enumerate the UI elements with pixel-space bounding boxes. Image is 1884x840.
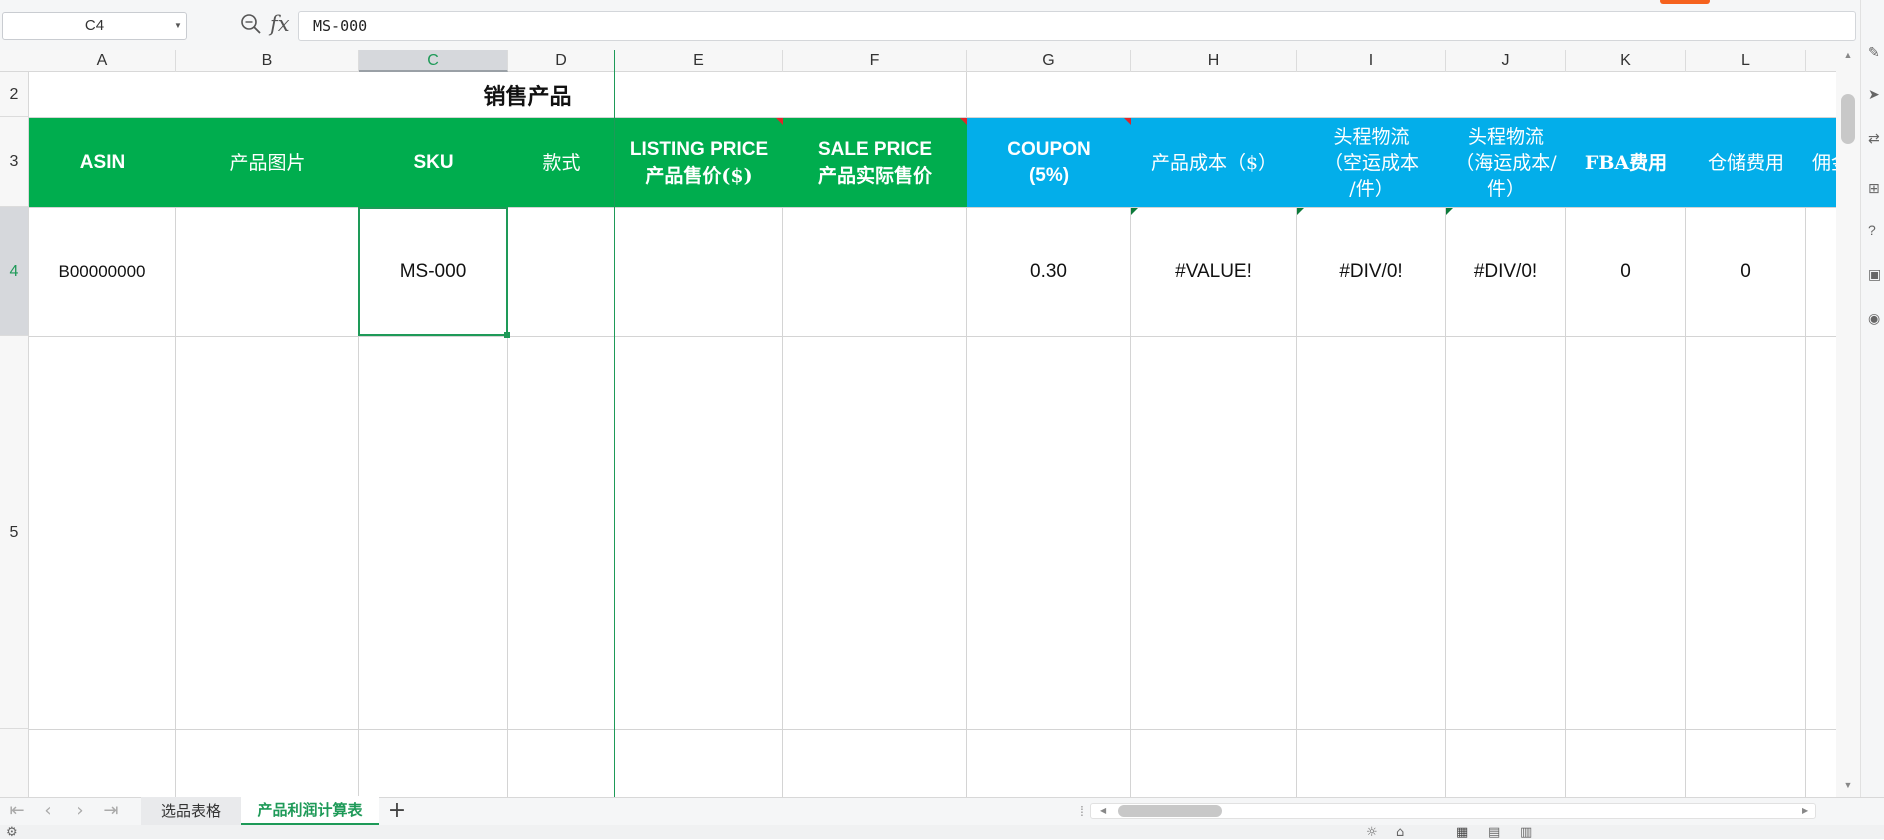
- column-header-e[interactable]: E: [615, 50, 783, 72]
- transform-icon[interactable]: ⇄: [1868, 130, 1882, 146]
- vertical-scrollbar[interactable]: [1836, 50, 1860, 797]
- column-header-m[interactable]: [1806, 50, 1836, 72]
- chevron-down-icon[interactable]: ▼: [174, 12, 186, 40]
- header-image[interactable]: 产品图片: [176, 118, 359, 207]
- right-side-panel: [1860, 0, 1884, 839]
- column-header-a[interactable]: A: [29, 50, 176, 72]
- header-fba-fee[interactable]: FBA费用: [1566, 118, 1686, 207]
- plus-icon[interactable]: +: [384, 797, 410, 825]
- scroll-right-icon[interactable]: ▶: [1802, 804, 1812, 818]
- column-header-l[interactable]: L: [1686, 50, 1806, 72]
- scroll-down-icon[interactable]: ▼: [1841, 780, 1855, 794]
- scroll-left-icon[interactable]: ◀: [1100, 804, 1110, 818]
- cell-i4-air[interactable]: #DIV/0!: [1297, 208, 1445, 336]
- comment-marker[interactable]: [1124, 118, 1131, 125]
- page-layout-view-icon[interactable]: ▤: [1488, 826, 1500, 839]
- column-header-h[interactable]: H: [1131, 50, 1297, 72]
- column-header-d[interactable]: D: [508, 50, 615, 72]
- cell-h4-cost[interactable]: #VALUE!: [1131, 208, 1296, 336]
- header-product-cost[interactable]: 产品成本（$）: [1131, 118, 1297, 207]
- header-listing-price[interactable]: LISTING PRICE 产品售价($): [615, 118, 783, 207]
- row-header-6[interactable]: [0, 729, 29, 797]
- cell-k4-fba[interactable]: 0: [1566, 208, 1685, 336]
- formula-input[interactable]: MS-000: [298, 11, 1856, 41]
- fill-handle[interactable]: [504, 332, 510, 338]
- last-sheet-icon[interactable]: ⇥: [100, 797, 122, 825]
- row-header-3[interactable]: 3: [0, 117, 29, 207]
- title-cell-ef[interactable]: [615, 72, 966, 117]
- page-break-view-icon[interactable]: ▥: [1520, 826, 1532, 839]
- first-sheet-icon[interactable]: ⇤: [6, 797, 28, 825]
- cell-l4-storage[interactable]: 0: [1686, 208, 1805, 336]
- comment-marker[interactable]: [960, 118, 967, 125]
- fx-icon[interactable]: fx: [270, 10, 294, 38]
- sheet-tab-profit-calculator[interactable]: 产品利润计算表: [241, 796, 379, 825]
- status-lock-icon[interactable]: ⌂: [1396, 826, 1404, 839]
- title-cell-g-onward[interactable]: [967, 72, 1836, 117]
- header-asin[interactable]: ASIN: [29, 118, 176, 207]
- header-air-freight[interactable]: 头程物流 （空运成本 /件）: [1297, 118, 1446, 207]
- name-box[interactable]: C4: [2, 12, 187, 40]
- cell-j4-sea[interactable]: #DIV/0!: [1446, 208, 1565, 336]
- column-header-j[interactable]: J: [1446, 50, 1566, 72]
- header-commission[interactable]: 佣金: [1806, 118, 1836, 207]
- next-sheet-icon[interactable]: ›: [69, 797, 91, 825]
- row-header-5[interactable]: 5: [0, 336, 29, 729]
- horizontal-scrollbar-thumb[interactable]: [1118, 805, 1222, 817]
- status-eye-icon[interactable]: ☼: [1366, 826, 1378, 839]
- column-header-g[interactable]: G: [967, 50, 1131, 72]
- cell-a4-asin[interactable]: B00000000: [29, 208, 175, 336]
- column-header-i[interactable]: I: [1297, 50, 1446, 72]
- freeze-pane-line: [614, 50, 615, 797]
- orange-accent: [1660, 0, 1710, 4]
- row-header-4[interactable]: 4: [0, 207, 29, 336]
- zoom-icon[interactable]: [240, 13, 262, 35]
- location-icon[interactable]: ◉: [1868, 310, 1882, 326]
- active-cell-border: [358, 207, 508, 336]
- sidebar-tool-icon[interactable]: ✎: [1868, 44, 1882, 60]
- column-header-f[interactable]: F: [783, 50, 967, 72]
- column-header-c[interactable]: C: [359, 50, 508, 72]
- sheet-tab-selection[interactable]: 选品表格: [141, 797, 241, 825]
- header-sea-freight[interactable]: 头程物流 （海运成本/ 件）: [1446, 118, 1566, 207]
- normal-view-icon[interactable]: ▦: [1456, 826, 1468, 839]
- prev-sheet-icon[interactable]: ‹: [37, 797, 59, 825]
- cursor-icon[interactable]: ➤: [1868, 86, 1882, 102]
- header-sku[interactable]: SKU: [359, 118, 508, 207]
- row-header-2[interactable]: 2: [0, 72, 29, 117]
- column-header-b[interactable]: B: [176, 50, 359, 72]
- help-icon[interactable]: ?: [1868, 222, 1882, 238]
- vertical-scrollbar-thumb[interactable]: [1841, 94, 1855, 144]
- grid-icon[interactable]: ⊞: [1868, 180, 1882, 196]
- title-cell[interactable]: 销售产品: [29, 72, 614, 117]
- column-header-k[interactable]: K: [1566, 50, 1686, 72]
- cell-g4-coupon[interactable]: 0.30: [967, 208, 1130, 336]
- header-storage-fee[interactable]: 仓储费用: [1686, 118, 1806, 207]
- status-bar: [0, 825, 1884, 839]
- comment-marker[interactable]: [776, 118, 783, 125]
- sheet-grid: 销售产品 ASIN 产品图片 SKU 款式 LISTING PRICE 产品售价…: [29, 72, 1836, 797]
- split-handle-icon[interactable]: ⁞: [1080, 797, 1088, 825]
- header-style[interactable]: 款式: [508, 118, 615, 207]
- sheet-title: 销售产品: [483, 83, 572, 110]
- scroll-up-icon[interactable]: ▲: [1841, 50, 1855, 64]
- header-coupon[interactable]: COUPON (5%): [967, 118, 1131, 207]
- header-sale-price[interactable]: SALE PRICE 产品实际售价: [783, 118, 967, 207]
- image-icon[interactable]: ▣: [1868, 266, 1882, 282]
- status-macro-icon[interactable]: ⚙: [6, 826, 18, 839]
- column-header-row: A B C D E F G H I J K L: [0, 50, 1836, 72]
